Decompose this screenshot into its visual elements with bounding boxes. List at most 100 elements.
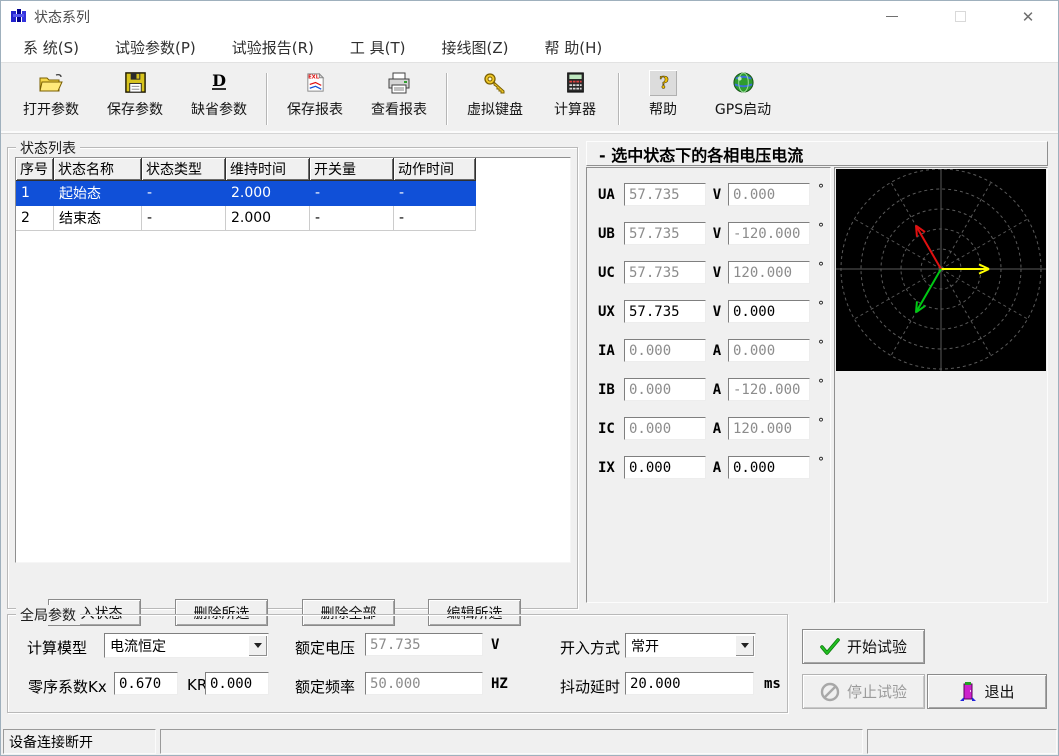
exit-button[interactable]: 退出 <box>927 674 1047 709</box>
field-row-ia: IA A ° <box>598 338 824 363</box>
field-row-ua: UA V ° <box>598 182 824 207</box>
toolbar-separator <box>446 73 448 125</box>
ub-value-input <box>624 222 706 245</box>
zero-seq-label: 零序系数Kx <box>28 676 107 697</box>
degree-symbol: ° <box>818 338 824 352</box>
device-status: 设备连接断开 <box>3 729 156 754</box>
stop-prohibited-icon <box>820 682 840 702</box>
field-row-uc: UC V ° <box>598 260 824 285</box>
field-row-ic: IC A ° <box>598 416 824 441</box>
chevron-down-icon[interactable] <box>735 635 754 656</box>
window-title: 状态系列 <box>34 7 90 27</box>
ix-label: IX <box>598 460 624 476</box>
menu-wiring-diagram[interactable]: 接线图(Z) <box>442 37 509 58</box>
jitter-delay-input[interactable] <box>625 672 754 695</box>
input-mode-label: 开入方式 <box>560 637 620 658</box>
rated-freq-label: 额定频率 <box>295 676 355 697</box>
ix-value-input[interactable] <box>624 456 706 479</box>
calc-model-label: 计算模型 <box>27 637 87 658</box>
ua-angle-input <box>728 183 810 206</box>
calculator-button[interactable]: 计算器 <box>537 70 613 128</box>
ic-label: IC <box>598 421 624 437</box>
svg-text:D: D <box>212 71 226 90</box>
toolbar: 打开参数 保存参数 D 缺省参数 <box>1 64 1058 134</box>
table-row[interactable]: 1 起始态 - 2.000 - - <box>16 181 570 206</box>
calculator-icon <box>561 70 589 96</box>
save-params-button[interactable]: 保存参数 <box>93 70 177 128</box>
ix-angle-input[interactable] <box>728 456 810 479</box>
ia-label: IA <box>598 343 624 359</box>
degree-symbol: ° <box>818 260 824 274</box>
input-mode-combobox[interactable]: 常开 <box>625 633 756 658</box>
menu-test-params[interactable]: 试验参数(P) <box>115 37 196 58</box>
ux-value-input[interactable] <box>624 300 706 323</box>
ic-angle-input <box>728 417 810 440</box>
phasor-panel <box>834 167 1048 603</box>
maximize-button[interactable] <box>948 5 972 29</box>
col-state-type: 状态类型 <box>142 158 226 181</box>
view-report-button[interactable]: 查看报表 <box>357 70 441 128</box>
gps-globe-icon <box>729 70 757 96</box>
phase-fields-panel: UA V ° UB V ° UC V ° UX V ° IA <box>586 167 831 603</box>
ia-angle-input <box>728 339 810 362</box>
open-params-button[interactable]: 打开参数 <box>9 70 93 128</box>
phase-panel-title: - 选中状态下的各相电压电流 <box>586 141 1048 166</box>
status-cell-right <box>867 729 1057 754</box>
start-test-button[interactable]: 开始试验 <box>802 629 925 664</box>
ux-angle-input[interactable] <box>728 300 810 323</box>
save-floppy-icon <box>121 70 149 96</box>
menu-tools[interactable]: 工 具(T) <box>350 37 406 58</box>
chevron-down-icon[interactable] <box>248 635 267 656</box>
phasor-diagram <box>836 169 1046 371</box>
field-row-ub: UB V ° <box>598 221 824 246</box>
minimize-button[interactable] <box>880 5 904 29</box>
state-list-group-title: 状态列表 <box>16 138 80 158</box>
default-params-button[interactable]: D 缺省参数 <box>177 70 261 128</box>
rated-voltage-label: 额定电压 <box>295 637 355 658</box>
menu-help[interactable]: 帮 助(H) <box>545 37 603 58</box>
kr-input[interactable] <box>205 672 269 695</box>
virtual-keyboard-button[interactable]: 虚拟键盘 <box>453 70 537 128</box>
key-icon <box>481 70 509 96</box>
state-list-group: 状态列表 序号 状态名称 状态类型 维持时间 开关量 动作时间 1 起始态 - … <box>7 147 578 609</box>
calc-model-combobox[interactable]: 电流恒定 <box>104 633 269 658</box>
table-row[interactable]: 2 结束态 - 2.000 - - <box>16 206 570 231</box>
save-report-button[interactable]: EXL 保存报表 <box>273 70 357 128</box>
menu-test-report[interactable]: 试验报告(R) <box>232 37 314 58</box>
exit-door-icon <box>959 681 977 703</box>
rated-voltage-input <box>365 633 483 656</box>
close-button[interactable]: ✕ <box>1016 5 1040 29</box>
field-row-ix: IX A ° <box>598 455 824 480</box>
app-icon <box>10 8 27 25</box>
ib-value-input <box>624 378 706 401</box>
help-button[interactable]: ? 帮助 <box>625 70 701 128</box>
uc-label: UC <box>598 265 624 281</box>
svg-text:EXL: EXL <box>308 75 320 81</box>
ua-value-input <box>624 183 706 206</box>
menu-system[interactable]: 系 统(S) <box>23 37 79 58</box>
ib-angle-input <box>728 378 810 401</box>
state-table: 序号 状态名称 状态类型 维持时间 开关量 动作时间 1 起始态 - 2.000… <box>15 157 571 563</box>
ib-label: IB <box>598 382 624 398</box>
ia-value-input <box>624 339 706 362</box>
ub-angle-input <box>728 222 810 245</box>
degree-symbol: ° <box>818 416 824 430</box>
open-folder-icon <box>37 70 65 96</box>
status-cell-middle <box>160 729 863 754</box>
svg-text:?: ? <box>659 73 669 92</box>
gps-start-button[interactable]: GPS启动 <box>701 70 785 128</box>
app-window: 状态系列 ✕ 系 统(S) 试验参数(P) 试验报告(R) 工 具(T) 接线图… <box>0 0 1059 756</box>
ux-label: UX <box>598 304 624 320</box>
ub-label: UB <box>598 226 624 242</box>
report-document-icon: EXL <box>301 70 329 96</box>
jitter-delay-label: 抖动延时 <box>560 676 620 697</box>
col-state-name: 状态名称 <box>54 158 142 181</box>
state-table-header: 序号 状态名称 状态类型 维持时间 开关量 动作时间 <box>16 158 570 181</box>
ua-label: UA <box>598 187 624 203</box>
col-hold-time: 维持时间 <box>226 158 310 181</box>
toolbar-separator <box>618 73 620 125</box>
stop-test-button: 停止试验 <box>802 674 925 709</box>
col-seq: 序号 <box>16 158 54 181</box>
col-switch: 开关量 <box>310 158 394 181</box>
zero-seq-input[interactable] <box>114 672 178 695</box>
